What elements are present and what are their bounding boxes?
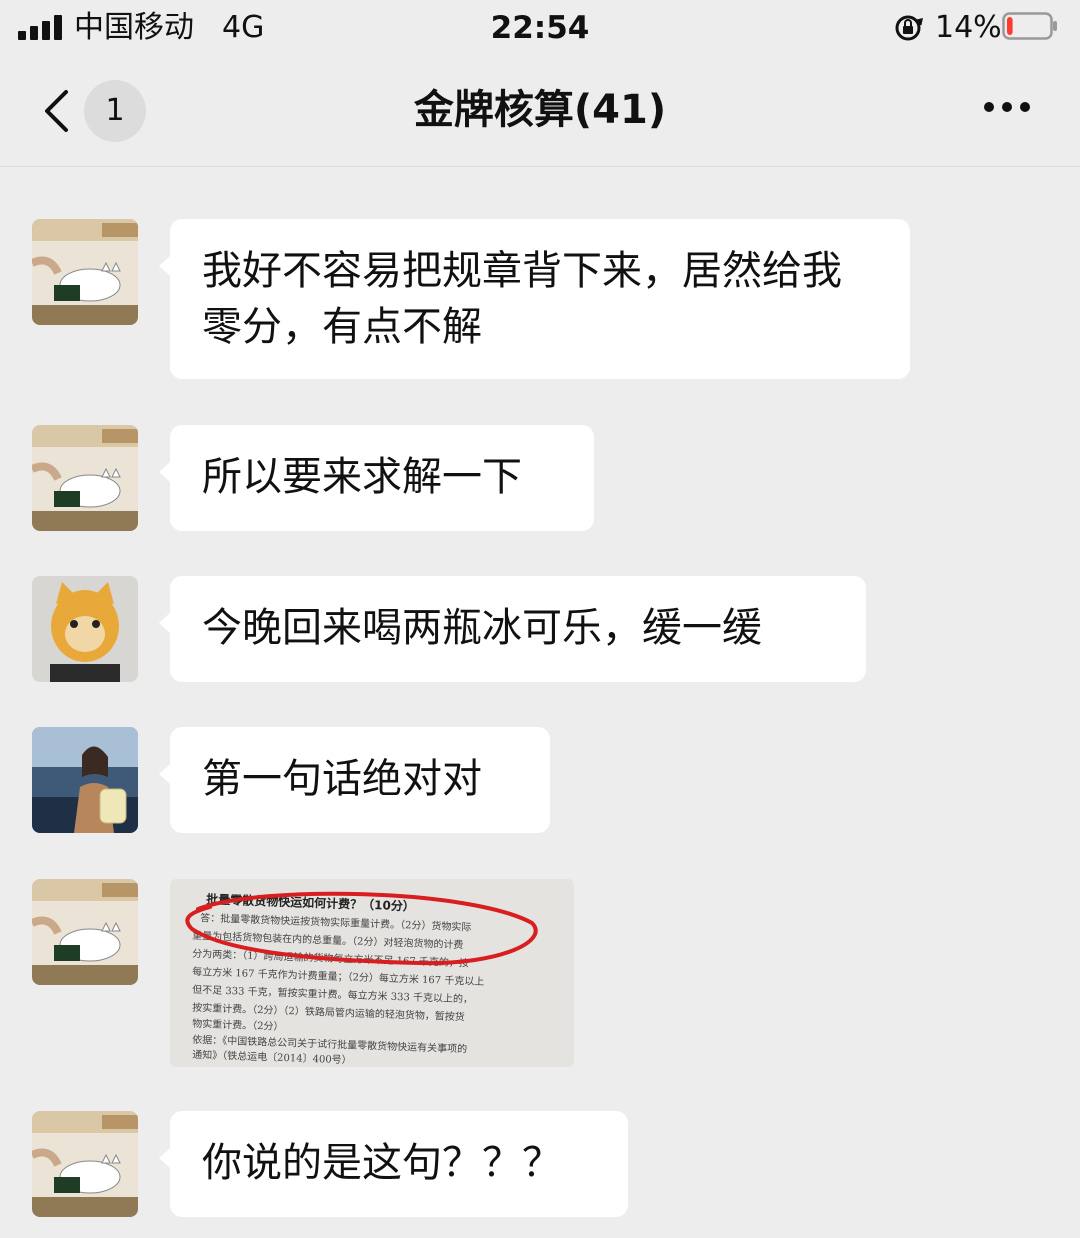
message-bubble[interactable]: 第一句话绝对对 bbox=[159, 727, 550, 833]
cat-cartoon-avatar[interactable] bbox=[32, 425, 138, 531]
person-photo-avatar[interactable] bbox=[32, 727, 138, 833]
message-bubble[interactable]: 所以要来求解一下 bbox=[159, 425, 594, 531]
orange-cat-avatar[interactable] bbox=[32, 576, 138, 682]
cat-cartoon-avatar[interactable] bbox=[32, 219, 138, 325]
status-bar: 中国移动 4G 22:54 14% bbox=[0, 0, 1080, 56]
message-text: 第一句话绝对对 bbox=[202, 756, 482, 802]
cat-cartoon-avatar[interactable] bbox=[32, 879, 138, 985]
message-text: 今晚回来喝两瓶冰可乐，缓一缓 bbox=[202, 605, 762, 651]
exam-photo-image[interactable]: 批量零散货物快运如何计费？（10分） 答：批量零散货物快运按货物实际重量计费。（… bbox=[170, 879, 574, 1067]
message-bubble[interactable]: 你说的是这句？？？ bbox=[159, 1111, 628, 1217]
message-text: 所以要来求解一下 bbox=[202, 454, 522, 500]
rotation-lock-icon bbox=[895, 15, 923, 41]
more-dots-icon[interactable] bbox=[982, 100, 1032, 114]
cat-cartoon-avatar[interactable] bbox=[32, 1111, 138, 1217]
chat-title: 金牌核算(41) bbox=[413, 87, 667, 133]
message-bubble[interactable]: 我好不容易把规章背下来，居然给我零分，有点不解 bbox=[159, 219, 910, 379]
message-text: 你说的是这句？？？ bbox=[202, 1140, 562, 1186]
battery-percent: 14% bbox=[935, 10, 1002, 45]
chat-header: 1 金牌核算(41) bbox=[0, 56, 1080, 167]
battery-icon bbox=[1002, 12, 1057, 40]
message-bubble[interactable]: 今晚回来喝两瓶冰可乐，缓一缓 bbox=[159, 576, 866, 682]
message-text: 我好不容易把规章背下来，居然给我零分，有点不解 bbox=[202, 248, 842, 350]
